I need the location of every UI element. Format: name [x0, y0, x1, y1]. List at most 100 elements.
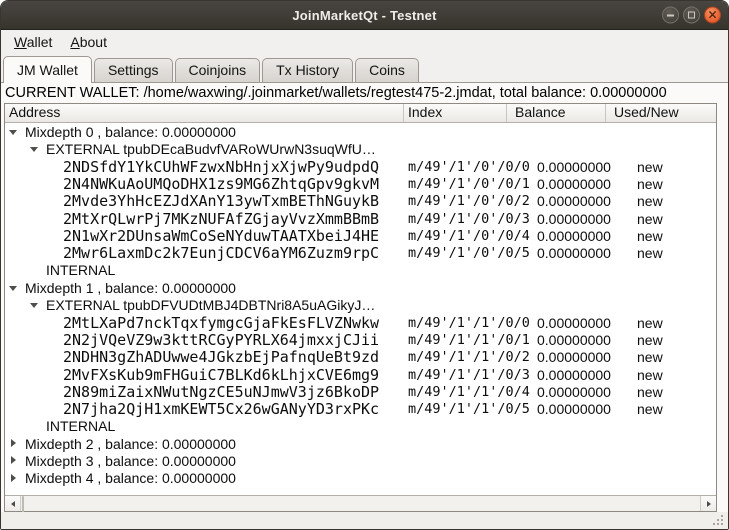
column-header-address[interactable]: Address: [5, 104, 404, 122]
tab-jm-wallet[interactable]: JM Wallet: [3, 56, 92, 83]
tree-row[interactable]: 2N4NWKuAoUMQoDHX1zs9MG6ZhtqGpv9gkvMm/49'…: [5, 175, 716, 192]
balance-cell: 0.00000000: [507, 315, 606, 331]
column-header-balance[interactable]: Balance: [507, 104, 606, 122]
tree-row[interactable]: 2MvFXsKub9mFHGuiC7BLKd6kLhjxCVE6mg9m/49'…: [5, 366, 716, 383]
status-cell: new: [606, 315, 716, 331]
row-label: INTERNAL: [46, 418, 115, 434]
expander-closed-icon[interactable]: [9, 438, 18, 449]
row-label: 2Mwr6LaxmDc2k7EunjCDCV6aYM6Zuzm9rpC: [63, 244, 379, 262]
scroll-left-button[interactable]: [5, 496, 21, 511]
balance-cell: 0.00000000: [507, 245, 606, 261]
close-button[interactable]: ×: [704, 7, 721, 24]
row-label: Mixdepth 4 , balance: 0.00000000: [25, 470, 236, 486]
tree-row[interactable]: EXTERNAL tpubDFVUDtMBJ4DBTNri8A5uAGikyJ…: [5, 296, 716, 313]
expander-open-icon[interactable]: [9, 126, 18, 137]
address-cell: INTERNAL: [5, 262, 404, 278]
menu-item-wallet[interactable]: Wallet: [5, 31, 61, 54]
balance-cell: 0.00000000: [507, 349, 606, 365]
index-cell: m/49'/1'/0'/0/2: [404, 193, 507, 209]
row-label: INTERNAL: [46, 262, 115, 278]
tab-settings[interactable]: Settings: [94, 58, 173, 82]
address-cell: 2MtXrQLwrPj7MKzNUFAfZGjayVvzXmmBBmB: [5, 210, 404, 228]
tree-row[interactable]: EXTERNAL tpubDEcaBudvfVARoWUrwN3suqWfU…: [5, 140, 716, 157]
row-label: 2N1wXr2DUnsaWmCoSeNYduwTAATXbeiJ4HE: [63, 227, 379, 245]
tree-row[interactable]: Mixdepth 4 , balance: 0.00000000: [5, 470, 716, 487]
tree-row[interactable]: 2N89miZaixNWutNgzCE5uNJmwV3jz6BkoDP m/49'…: [5, 383, 716, 400]
arrow-right-icon: [707, 501, 711, 507]
status-cell: new: [606, 211, 716, 227]
row-label: 2NDHN3gZhADUwwe4JGkzbEjPafnqUeBt9zd: [63, 348, 379, 366]
window-title: JoinMarketQt - Testnet: [292, 8, 436, 23]
column-header-index[interactable]: Index: [404, 104, 507, 122]
address-cell: 2Mvde3YhHcEZJdXAnY13ywTxmBEThNGuykB: [5, 192, 404, 210]
tree-row[interactable]: Mixdepth 3 , balance: 0.00000000: [5, 452, 716, 469]
column-header-used-new[interactable]: Used/New: [606, 104, 716, 122]
scroll-right-button[interactable]: [700, 496, 716, 511]
titlebar[interactable]: JoinMarketQt - Testnet ×: [1, 1, 728, 30]
tree-row[interactable]: 2Mwr6LaxmDc2k7EunjCDCV6aYM6Zuzm9rpC m/49'…: [5, 244, 716, 261]
window-controls: ×: [662, 7, 721, 24]
row-label: 2N89miZaixNWutNgzCE5uNJmwV3jz6BkoDP: [63, 383, 379, 401]
row-label: Mixdepth 2 , balance: 0.00000000: [25, 436, 236, 452]
index-cell: m/49'/1'/1'/0/2: [404, 349, 507, 365]
address-cell: 2N4NWKuAoUMQoDHX1zs9MG6ZhtqGpv9gkvM: [5, 175, 404, 193]
horizontal-scrollbar[interactable]: [5, 495, 716, 511]
tree-row[interactable]: 2Mvde3YhHcEZJdXAnY13ywTxmBEThNGuykB m/49'…: [5, 192, 716, 209]
balance-cell: 0.00000000: [507, 367, 606, 383]
expander-open-icon[interactable]: [30, 143, 39, 154]
tree-row[interactable]: INTERNAL: [5, 262, 716, 279]
row-label: 2MtLXaPd7nckTqxfymgcGjaFkEsFLVZNwkw: [63, 314, 379, 332]
expander-open-icon[interactable]: [9, 282, 18, 293]
tree-row[interactable]: 2N7jha2QjH1xmKEWT5Cx26wGANyYD3rxPKcm/49'…: [5, 400, 716, 417]
row-label: 2Mvde3YhHcEZJdXAnY13ywTxmBEThNGuykB: [63, 192, 379, 210]
tree-row[interactable]: 2NDHN3gZhADUwwe4JGkzbEjPafnqUeBt9zd m/49'…: [5, 348, 716, 365]
row-label: EXTERNAL tpubDEcaBudvfVARoWUrwN3suqWfU…: [46, 141, 376, 157]
tree-row[interactable]: 2N1wXr2DUnsaWmCoSeNYduwTAATXbeiJ4HE m/49'…: [5, 227, 716, 244]
expander-closed-icon[interactable]: [9, 455, 18, 466]
tree-row[interactable]: Mixdepth 1 , balance: 0.00000000: [5, 279, 716, 296]
tree-row[interactable]: 2MtLXaPd7nckTqxfymgcGjaFkEsFLVZNwkw m/49'…: [5, 314, 716, 331]
index-cell: m/49'/1'/0'/0/5: [404, 245, 507, 261]
tree-row[interactable]: 2NDSfdY1YkCUhWFzwxNbHnjxXjwPy9udpdQm/49'…: [5, 158, 716, 175]
index-cell: m/49'/1'/1'/0/4: [404, 384, 507, 400]
balance-cell: 0.00000000: [507, 384, 606, 400]
expander-closed-icon[interactable]: [9, 473, 18, 484]
tree-row[interactable]: INTERNAL: [5, 418, 716, 435]
tab-coinjoins[interactable]: Coinjoins: [175, 58, 261, 82]
row-label: Mixdepth 1 , balance: 0.00000000: [25, 280, 236, 296]
row-label: 2MtXrQLwrPj7MKzNUFAfZGjayVvzXmmBBmB: [63, 210, 379, 228]
status-cell: new: [606, 332, 716, 348]
tree-row[interactable]: Mixdepth 2 , balance: 0.00000000: [5, 435, 716, 452]
balance-cell: 0.00000000: [507, 211, 606, 227]
index-cell: m/49'/1'/1'/0/0: [404, 315, 507, 331]
status-cell: new: [606, 349, 716, 365]
address-cell: Mixdepth 0 , balance: 0.00000000: [5, 124, 404, 140]
wallet-tree: AddressIndexBalanceUsed/New Mixdepth 0 ,…: [4, 103, 717, 512]
address-cell: INTERNAL: [5, 418, 404, 434]
tree-row[interactable]: Mixdepth 0 , balance: 0.00000000: [5, 123, 716, 140]
minimize-button[interactable]: [662, 7, 679, 24]
resize-grip[interactable]: [713, 515, 724, 526]
balance-cell: 0.00000000: [507, 401, 606, 417]
address-cell: 2N1wXr2DUnsaWmCoSeNYduwTAATXbeiJ4HE: [5, 227, 404, 245]
address-cell: 2N89miZaixNWutNgzCE5uNJmwV3jz6BkoDP: [5, 383, 404, 401]
row-label: 2N4NWKuAoUMQoDHX1zs9MG6ZhtqGpv9gkvM: [63, 175, 379, 193]
index-cell: m/49'/1'/1'/0/1: [404, 332, 507, 348]
expander-open-icon[interactable]: [30, 299, 39, 310]
scrollbar-track[interactable]: [21, 496, 700, 511]
tab-tx-history[interactable]: Tx History: [262, 58, 353, 82]
index-cell: m/49'/1'/1'/0/5: [404, 401, 507, 417]
row-label: 2NDSfdY1YkCUhWFzwxNbHnjxXjwPy9udpdQ: [63, 158, 379, 176]
address-cell: 2MtLXaPd7nckTqxfymgcGjaFkEsFLVZNwkw: [5, 314, 404, 332]
maximize-button[interactable]: [683, 7, 700, 24]
tree-row[interactable]: 2N2jVQeVZ9w3kttRCGyPYRLX64jmxxjCJiim/49'…: [5, 331, 716, 348]
tree-row[interactable]: 2MtXrQLwrPj7MKzNUFAfZGjayVvzXmmBBmBm/49'…: [5, 210, 716, 227]
menubar: WalletAbout: [1, 30, 728, 54]
address-cell: 2N2jVQeVZ9w3kttRCGyPYRLX64jmxxjCJii: [5, 331, 404, 349]
index-cell: m/49'/1'/0'/0/4: [404, 228, 507, 244]
row-label: 2MvFXsKub9mFHGuiC7BLKd6kLhjxCVE6mg9: [63, 366, 379, 384]
address-cell: Mixdepth 4 , balance: 0.00000000: [5, 470, 404, 486]
tab-coins[interactable]: Coins: [355, 58, 419, 82]
address-cell: 2N7jha2QjH1xmKEWT5Cx26wGANyYD3rxPKc: [5, 400, 404, 418]
menu-item-about[interactable]: About: [61, 31, 116, 54]
